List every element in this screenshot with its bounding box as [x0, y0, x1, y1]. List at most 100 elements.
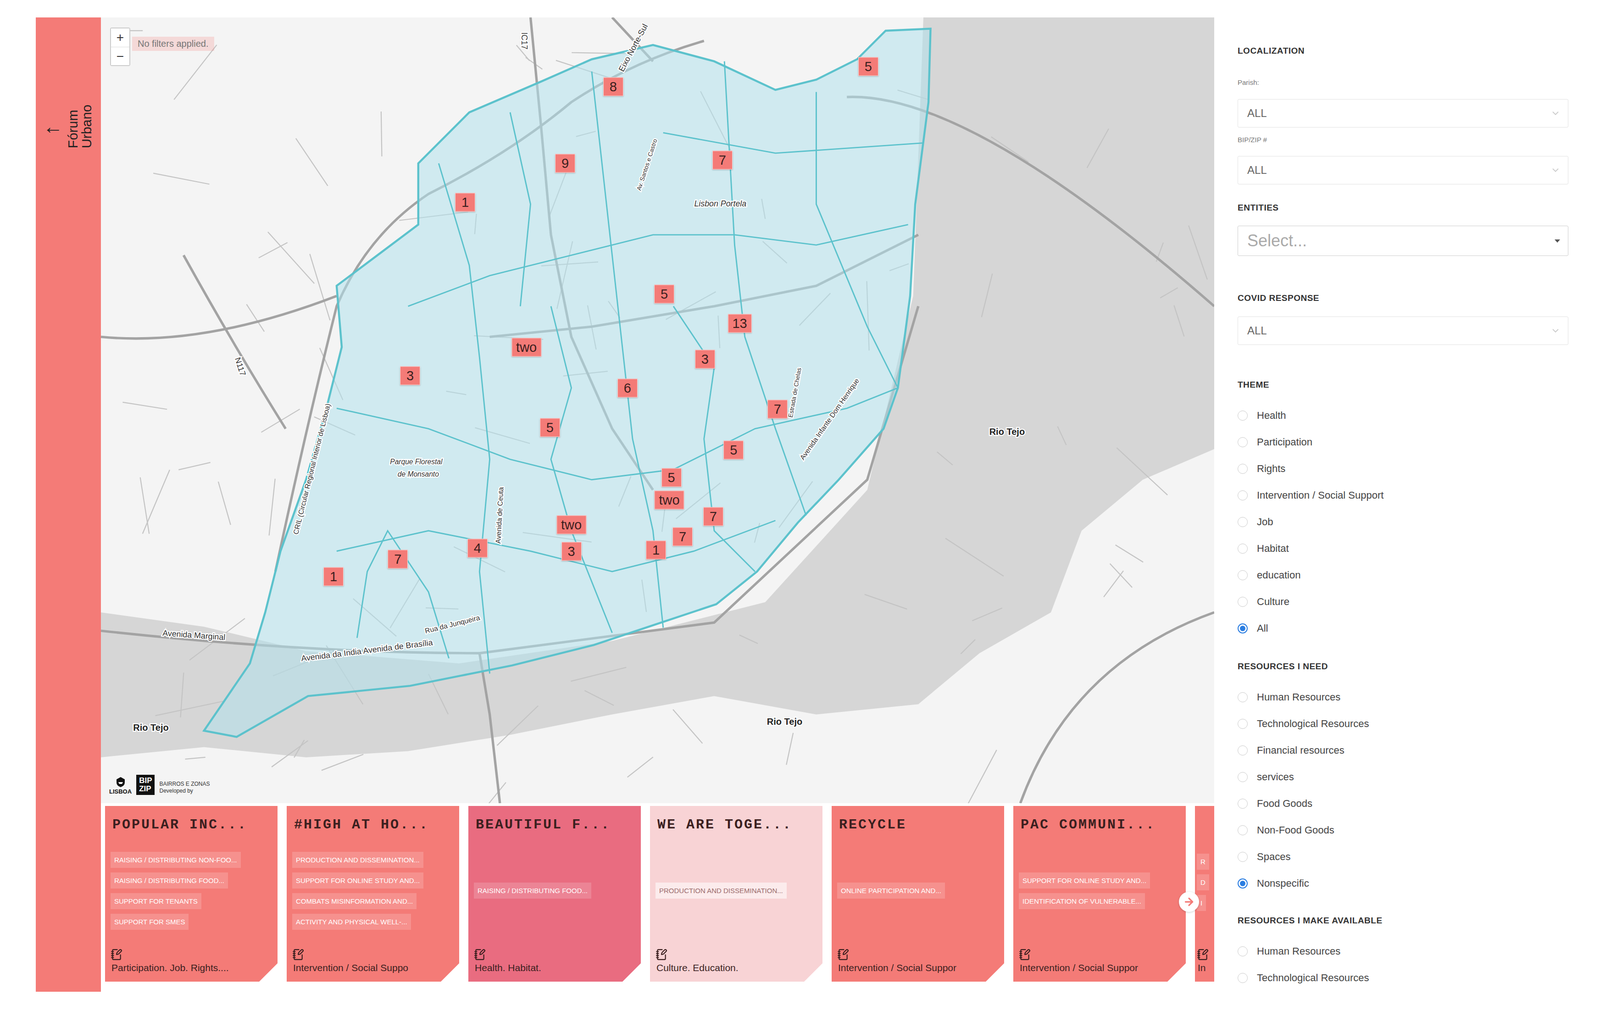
card-tag: PRODUCTION AND DISSEMINATION...	[292, 851, 424, 868]
card-title: RECYCLE	[837, 816, 999, 833]
map-pin[interactable]: 5	[661, 468, 682, 488]
map-pin[interactable]: 7	[703, 506, 724, 526]
map-pin[interactable]: 1	[455, 192, 476, 212]
radio-button[interactable]	[1237, 463, 1248, 474]
radio-button[interactable]	[1237, 946, 1248, 957]
water-label: Rio Tejo	[989, 426, 1025, 437]
map-pin[interactable]: 1	[645, 540, 667, 560]
map-pin[interactable]: 7	[767, 400, 788, 419]
radio-option[interactable]: education	[1237, 561, 1569, 589]
radio-option[interactable]: Food Goods	[1237, 790, 1569, 817]
radio-option[interactable]: Intervention / Social Support	[1237, 482, 1569, 509]
project-card[interactable]: RECYCLEONLINE PARTICIPATION AND...Interv…	[831, 805, 1005, 982]
map-pin[interactable]: 5	[654, 284, 675, 304]
radio-option[interactable]: Health	[1237, 402, 1569, 429]
map-drawing[interactable]: Eixo Norte-SulIC17N117Av. Santos e Castr…	[100, 17, 1215, 804]
section-heading: LOCALIZATION	[1237, 45, 1569, 56]
radio-option[interactable]: Technological Resources	[1237, 710, 1569, 738]
radio-button[interactable]	[1237, 623, 1248, 634]
radio-button[interactable]	[1237, 516, 1248, 528]
radio-button[interactable]	[1237, 745, 1248, 756]
card-tag: ACTIVITY AND PHYSICAL WELL-...	[292, 913, 412, 930]
radio-button[interactable]	[1237, 878, 1248, 889]
radio-label: Food Goods	[1256, 797, 1313, 810]
map-pin[interactable]: 9	[555, 154, 576, 173]
radio-option[interactable]: All	[1237, 615, 1569, 642]
section-heading: RESOURCES I NEED	[1237, 661, 1569, 672]
card-tag: IDENTIFICATION OF VULNERABLE...	[1018, 893, 1145, 910]
radio-button[interactable]	[1237, 410, 1248, 421]
back-arrow[interactable]: ←	[43, 116, 64, 137]
radio-button[interactable]	[1237, 798, 1248, 809]
radio-button[interactable]	[1237, 543, 1248, 554]
map-pin[interactable]: 5	[858, 56, 879, 76]
radio-button[interactable]	[1237, 825, 1248, 836]
select-field[interactable]: ALL	[1237, 316, 1569, 345]
map-pin[interactable]: 4	[467, 538, 488, 558]
radio-button[interactable]	[1237, 692, 1248, 703]
map-pin[interactable]: 3	[561, 541, 582, 561]
project-card[interactable]: RDIIn	[1194, 805, 1215, 982]
radio-option[interactable]: Participation	[1237, 428, 1569, 456]
map-pin[interactable]: 3	[400, 366, 421, 385]
map-pin[interactable]: 5	[539, 418, 561, 438]
next-button[interactable]	[1178, 891, 1200, 912]
radio-button[interactable]	[1237, 972, 1248, 984]
map-pin[interactable]: two	[556, 515, 587, 534]
map-pin[interactable]: 3	[694, 350, 716, 369]
radio-button[interactable]	[1237, 851, 1248, 862]
map-pin[interactable]: 8	[603, 77, 624, 97]
radio-button[interactable]	[1237, 718, 1248, 729]
radio-button[interactable]	[1237, 596, 1248, 607]
map-pin[interactable]: 5	[723, 440, 744, 460]
radio-option[interactable]: Spaces	[1237, 843, 1569, 871]
project-card[interactable]: #HIGH AT HO...PRODUCTION AND DISSEMINATI…	[286, 805, 460, 982]
sidebar-title[interactable]: FórumUrbano	[66, 104, 95, 149]
radio-button[interactable]	[1237, 772, 1248, 783]
zoom-in-button[interactable]: +	[111, 28, 130, 47]
lisbon-boundary[interactable]	[204, 28, 931, 737]
map-pin[interactable]: 13	[727, 314, 752, 334]
project-card[interactable]: POPULAR INC...RAISING / DISTRIBUTING NON…	[105, 805, 278, 982]
project-card[interactable]: WE ARE TOGE...PRODUCTION AND DISSEMINATI…	[650, 805, 823, 982]
radio-label: services	[1256, 771, 1295, 784]
radio-label: Technological Resources	[1256, 972, 1370, 984]
select-field[interactable]: ALL	[1237, 99, 1569, 128]
radio-button[interactable]	[1237, 490, 1248, 501]
back-link[interactable]: ←FórumUrbano	[43, 104, 95, 149]
radio-option[interactable]: Habitat	[1237, 535, 1569, 562]
radio-option[interactable]: Non-Food Goods	[1237, 816, 1569, 844]
radio-option[interactable]: Rights	[1237, 455, 1569, 483]
map-pin[interactable]: 7	[672, 527, 693, 547]
radio-option[interactable]: Technological Resources	[1237, 964, 1569, 992]
select-field[interactable]: ALL	[1237, 155, 1569, 185]
radio-label: Culture	[1256, 595, 1290, 608]
zoom-out-button[interactable]: −	[111, 46, 130, 66]
map-pin[interactable]: 1	[323, 567, 344, 587]
arrow-right-icon	[1183, 895, 1195, 908]
card-tags: ONLINE PARTICIPATION AND...	[837, 832, 999, 949]
water-labels: Rio TejoRio TejoRio Tejo	[133, 426, 1025, 733]
radio-option[interactable]: services	[1237, 763, 1569, 791]
radio-option[interactable]: Human Resources	[1237, 683, 1569, 711]
project-card[interactable]: BEAUTIFUL F...RAISING / DISTRIBUTING FOO…	[468, 805, 641, 982]
entities-select[interactable]: Select...	[1237, 225, 1569, 256]
card-tags: SUPPORT FOR ONLINE STUDY AND...IDENTIFIC…	[1018, 832, 1181, 949]
project-card[interactable]: PAC COMMUNI...SUPPORT FOR ONLINE STUDY A…	[1013, 805, 1186, 982]
radio-button[interactable]	[1237, 437, 1248, 448]
radio-option[interactable]: Human Resources	[1237, 938, 1569, 965]
card-tag: PRODUCTION AND DISSEMINATION...	[655, 882, 787, 899]
map[interactable]: Eixo Norte-SulIC17N117Av. Santos e Castr…	[100, 17, 1215, 804]
map-pin[interactable]: 6	[617, 378, 638, 398]
radio-option[interactable]: Financial resources	[1237, 737, 1569, 764]
map-pin[interactable]: 7	[712, 150, 733, 170]
radio-option[interactable]: Culture	[1237, 588, 1569, 616]
section-heading: ENTITIES	[1237, 202, 1569, 213]
map-pin[interactable]: two	[654, 490, 685, 510]
radio-option[interactable]: Nonspecific	[1237, 870, 1569, 897]
map-pin[interactable]: 7	[387, 550, 408, 569]
parish-boundaries[interactable]	[336, 61, 924, 674]
radio-option[interactable]: Job	[1237, 508, 1569, 536]
radio-button[interactable]	[1237, 570, 1248, 581]
map-pin[interactable]: two	[511, 337, 542, 357]
